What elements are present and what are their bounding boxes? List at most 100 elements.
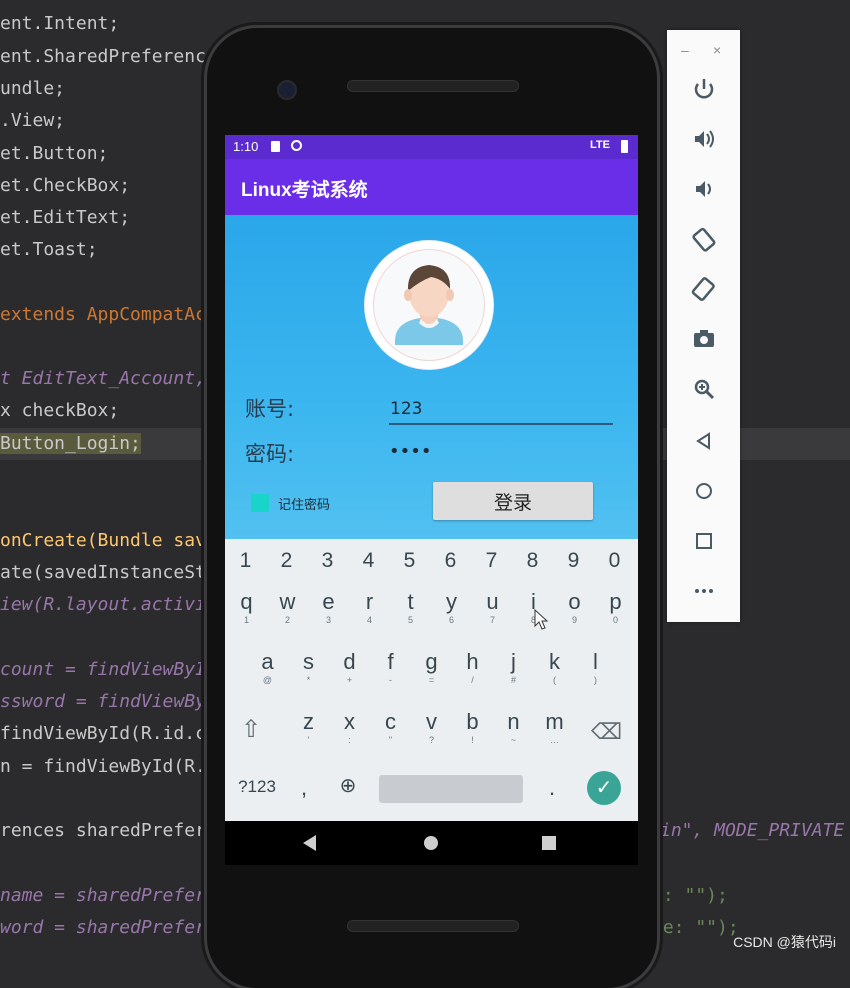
- key-y[interactable]: y6: [431, 589, 472, 625]
- minimize-button[interactable]: –: [681, 42, 689, 58]
- key-e-hint: 3: [325, 615, 331, 625]
- nav-home-icon[interactable]: [424, 836, 438, 850]
- status-time: 1:10: [233, 139, 259, 154]
- keyboard-number-row: 1234567890: [225, 545, 638, 585]
- home-icon[interactable]: [689, 476, 719, 506]
- key-f[interactable]: f-: [370, 649, 411, 685]
- zoom-icon[interactable]: [689, 374, 719, 404]
- account-input[interactable]: 123: [390, 399, 422, 419]
- key-z-label: z: [303, 709, 314, 734]
- key-r-label: r: [365, 589, 374, 614]
- status-bar: 1:10 LTE: [225, 135, 638, 159]
- back-icon[interactable]: [689, 426, 719, 456]
- key-n[interactable]: n ~: [493, 709, 534, 745]
- period-key[interactable]: .: [537, 775, 567, 801]
- code-line: n = findViewById(R.: [0, 756, 206, 777]
- enter-check-icon[interactable]: ✓: [587, 771, 621, 805]
- volume-up-icon[interactable]: [689, 124, 719, 154]
- key-9[interactable]: 9: [553, 549, 594, 573]
- key-f-hint: -: [389, 675, 392, 685]
- bottom-speaker: [347, 920, 519, 932]
- key-k-hint: (: [553, 675, 556, 685]
- nav-recents-icon[interactable]: [542, 836, 556, 850]
- comma-key[interactable]: ,: [289, 775, 319, 801]
- key-g-label: g: [425, 649, 438, 674]
- key-x[interactable]: x:: [329, 709, 370, 745]
- password-input[interactable]: ••••: [389, 441, 431, 462]
- key-e[interactable]: e3: [308, 589, 349, 625]
- key-v-label: v: [426, 709, 437, 734]
- key-t[interactable]: t5: [390, 589, 431, 625]
- globe-icon[interactable]: ⊕: [331, 773, 365, 798]
- remember-password-checkbox[interactable]: [251, 494, 269, 512]
- key-4[interactable]: 4: [348, 549, 389, 573]
- key-u-label: u: [486, 589, 499, 614]
- overview-icon[interactable]: [689, 526, 719, 556]
- key-m[interactable]: m…: [534, 709, 575, 745]
- symbols-key[interactable]: ?123: [233, 777, 281, 797]
- watermark: CSDN @猿代码i: [733, 934, 836, 950]
- app-title: Linux考试系统: [241, 180, 368, 201]
- code-line: word = sharedPrefer: [0, 917, 206, 938]
- key-g[interactable]: g =: [411, 649, 452, 685]
- key-c[interactable]: c ": [370, 709, 411, 745]
- key-q[interactable]: q1: [226, 589, 267, 625]
- key-o[interactable]: o9: [554, 589, 595, 625]
- code-line: et.Button;: [0, 143, 109, 164]
- more-icon[interactable]: [689, 576, 719, 606]
- key-d[interactable]: d +: [329, 649, 370, 685]
- key-q-label: q: [240, 589, 253, 614]
- code-line: onCreate(Bundle sav: [0, 530, 206, 551]
- key-j[interactable]: j #: [493, 649, 534, 685]
- key-u[interactable]: u7: [472, 589, 513, 625]
- camera-icon[interactable]: [689, 324, 719, 354]
- sd-card-icon: [271, 141, 280, 152]
- avatar: [365, 241, 493, 369]
- key-s[interactable]: s *: [288, 649, 329, 685]
- shift-key-icon[interactable]: ⇧: [241, 715, 261, 744]
- key-w[interactable]: w2: [267, 589, 308, 625]
- key-z-hint: ': [307, 735, 310, 745]
- key-l[interactable]: l): [575, 649, 616, 685]
- code-line: .View;: [0, 110, 66, 131]
- key-7[interactable]: 7: [471, 549, 512, 573]
- login-button[interactable]: 登录: [433, 482, 593, 520]
- rotate-left-icon[interactable]: [689, 224, 719, 254]
- code-line: iew(R.layout.activi: [0, 594, 206, 615]
- key-1[interactable]: 1: [225, 549, 266, 573]
- code-line: extends AppCompatAc: [0, 304, 206, 325]
- key-r[interactable]: r4: [349, 589, 390, 625]
- key-a[interactable]: a @: [247, 649, 288, 685]
- code-line: x checkBox;: [0, 400, 120, 421]
- space-key[interactable]: [379, 775, 523, 803]
- key-n-hint: ~: [510, 735, 517, 745]
- key-6[interactable]: 6: [430, 549, 471, 573]
- key-h[interactable]: h /: [452, 649, 493, 685]
- key-b[interactable]: b!: [452, 709, 493, 745]
- code-line-fragment: e: "");: [652, 885, 728, 906]
- volume-down-icon[interactable]: [689, 174, 719, 204]
- code-line: ent.Intent;: [0, 13, 120, 34]
- key-5[interactable]: 5: [389, 549, 430, 573]
- key-k[interactable]: k(: [534, 649, 575, 685]
- key-b-hint: !: [471, 735, 474, 745]
- backspace-key-icon[interactable]: ⌫: [591, 719, 622, 745]
- code-line: name = sharedPrefer: [0, 885, 206, 906]
- key-t-hint: 5: [407, 615, 413, 625]
- key-p[interactable]: p0: [595, 589, 636, 625]
- key-l-label: l: [593, 649, 598, 674]
- key-8[interactable]: 8: [512, 549, 553, 573]
- key-2[interactable]: 2: [266, 549, 307, 573]
- code-line: undle;: [0, 78, 66, 99]
- rotate-right-icon[interactable]: [689, 274, 719, 304]
- key-o-hint: 9: [571, 615, 577, 625]
- key-3[interactable]: 3: [307, 549, 348, 573]
- nav-back-icon[interactable]: [303, 835, 316, 851]
- power-icon[interactable]: [689, 74, 719, 104]
- key-v[interactable]: v?: [411, 709, 452, 745]
- close-button[interactable]: ×: [713, 42, 721, 58]
- key-z[interactable]: z ': [288, 709, 329, 745]
- code-line: count = findViewByI: [0, 659, 206, 680]
- key-c-label: c: [385, 709, 396, 734]
- key-0[interactable]: 0: [594, 549, 635, 573]
